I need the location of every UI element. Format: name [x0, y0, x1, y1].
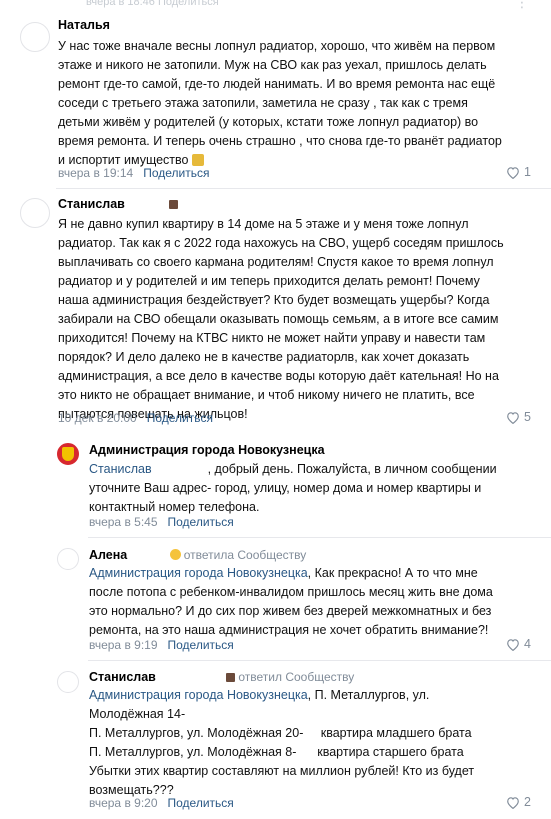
comment-time[interactable]: вчера в 5:45 [89, 515, 158, 529]
community-avatar[interactable] [57, 443, 79, 465]
comment-text: Администрация города Новокузнецка, П. Ме… [89, 688, 475, 797]
like-button[interactable]: 2 [506, 795, 531, 809]
comment-author[interactable]: Наталья [58, 18, 110, 32]
like-button[interactable]: 4 [506, 637, 531, 651]
share-button[interactable]: Поделиться [168, 638, 234, 652]
comment-text: Станислав, добрый день. Пожалуйста, в ли… [89, 462, 497, 514]
avatar[interactable] [57, 548, 79, 570]
comment-time[interactable]: вчера в 9:19 [89, 638, 158, 652]
like-count: 4 [524, 637, 531, 651]
comment-text: У нас тоже вначале весны лопнул радиатор… [58, 39, 502, 167]
like-button[interactable]: 5 [506, 410, 531, 424]
badge-icon [225, 673, 235, 682]
mention-link[interactable]: Станислав [89, 462, 152, 476]
share-button[interactable]: Поделиться [147, 411, 213, 425]
coat-of-arms-icon [62, 447, 74, 461]
comment-text: Я не давно купил квартиру в 14 доме на 5… [58, 217, 504, 421]
comment-text: Администрация города Новокузнецка, Как п… [89, 566, 493, 637]
comment-time[interactable]: вчера в 9:20 [89, 796, 158, 810]
divider [56, 188, 551, 189]
share-button[interactable]: Поделиться [168, 796, 234, 810]
divider [88, 537, 551, 538]
like-button[interactable]: 1 [506, 165, 531, 179]
divider [88, 660, 551, 661]
avatar[interactable] [57, 671, 79, 693]
like-count: 2 [524, 795, 531, 809]
comment-author[interactable]: Администрация города Новокузнецка [89, 443, 325, 457]
avatar[interactable] [20, 22, 50, 52]
comment-author[interactable]: Алена ответила Сообществу [89, 548, 306, 562]
comment-author[interactable]: Станислав [58, 197, 178, 211]
share-button[interactable]: Поделиться [168, 515, 234, 529]
badge-icon [168, 200, 178, 209]
heart-icon [507, 166, 519, 179]
avatar[interactable] [20, 198, 50, 228]
like-count: 1 [524, 165, 531, 179]
comment-time[interactable]: 10 дек в 20:00 [58, 411, 137, 425]
mention-link[interactable]: Администрация города Новокузнецка [89, 566, 308, 580]
heart-icon [507, 796, 519, 809]
heart-icon [507, 638, 519, 651]
comment-time[interactable]: вчера в 19:14 [58, 166, 133, 180]
comment-author[interactable]: Станислав ответил Сообществу [89, 670, 354, 684]
emoji-icon [192, 154, 205, 166]
more-options-icon[interactable]: ⋮ [515, 0, 529, 11]
mention-link[interactable]: Администрация города Новокузнецка [89, 688, 308, 702]
previous-comment-meta: вчера в 18:46 Поделиться [86, 0, 219, 8]
share-button[interactable]: Поделиться [143, 166, 209, 180]
emoji-icon [169, 549, 181, 560]
heart-icon [507, 411, 519, 424]
like-count: 5 [524, 410, 531, 424]
